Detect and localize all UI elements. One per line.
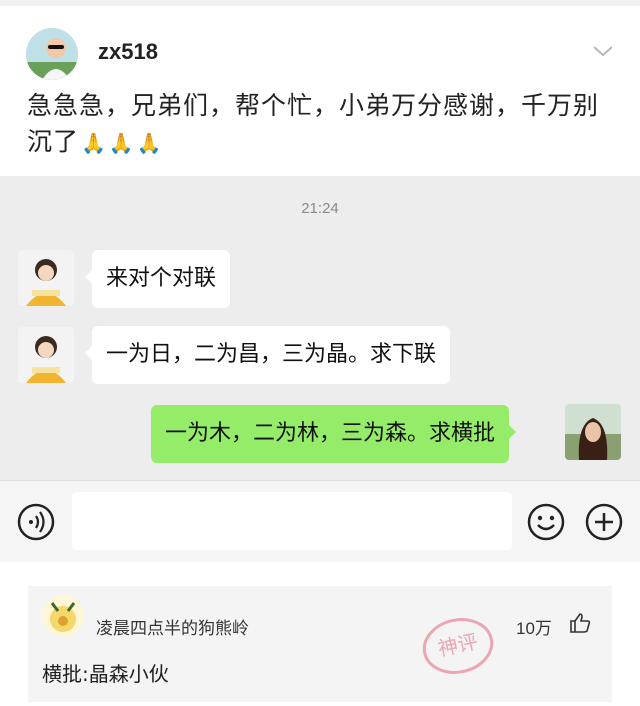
top-divider bbox=[0, 0, 640, 6]
emoji-icon[interactable] bbox=[526, 502, 566, 542]
message-input[interactable] bbox=[72, 492, 512, 550]
thumbs-up-icon[interactable] bbox=[568, 611, 592, 635]
post-username[interactable]: zx518 bbox=[98, 39, 158, 65]
plus-icon[interactable] bbox=[584, 502, 624, 542]
commenter-avatar[interactable] bbox=[42, 595, 84, 637]
post-text: 急急急，兄弟们，帮个忙，小弟万分感谢，千万别沉了 🙏 🙏 🙏 bbox=[27, 88, 617, 161]
commenter-name[interactable]: 凌晨四点半的狗熊岭 bbox=[96, 614, 249, 639]
pray-emoji: 🙏 bbox=[136, 131, 163, 155]
user-avatar[interactable] bbox=[26, 28, 78, 80]
self-avatar[interactable] bbox=[565, 404, 621, 460]
section-divider bbox=[0, 562, 640, 584]
chat-message-left: 一为日，二为昌，三为晶。求下联 bbox=[84, 326, 451, 384]
chat-message-left: 来对个对联 bbox=[84, 250, 231, 308]
pray-emoji: 🙏 bbox=[108, 131, 135, 155]
chevron-down-icon[interactable] bbox=[592, 44, 614, 58]
stamp-text: 神评 bbox=[436, 629, 480, 661]
like-count: 10万 bbox=[516, 619, 552, 638]
pray-emoji: 🙏 bbox=[81, 131, 107, 155]
chat-timestamp: 21:24 bbox=[301, 200, 339, 217]
chat-message-right: 一为木，二为林，三为森。求横批 bbox=[151, 405, 517, 463]
god-comment-stamp: 神评 bbox=[422, 618, 494, 674]
contact-avatar[interactable] bbox=[18, 250, 74, 306]
comment-text: 横批:晶森小伙 bbox=[42, 662, 169, 686]
contact-avatar[interactable] bbox=[18, 327, 74, 383]
voice-icon[interactable] bbox=[16, 502, 56, 542]
